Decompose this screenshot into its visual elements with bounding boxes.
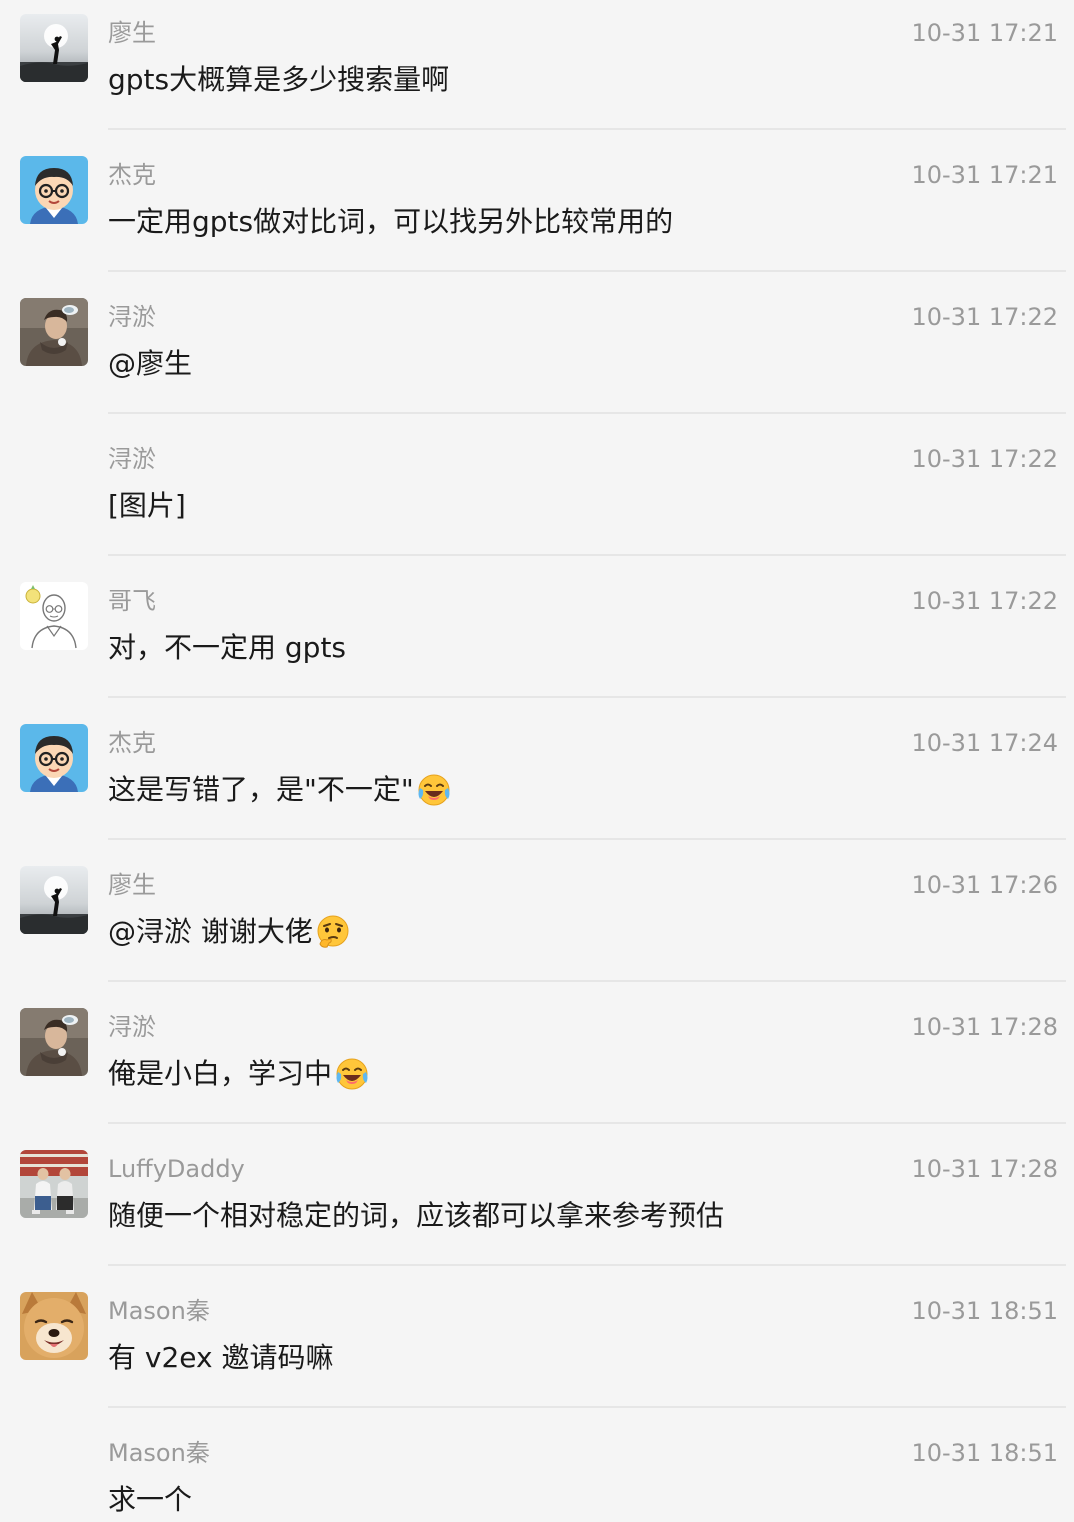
chat-message: LuffyDaddy 10-31 17:28 随便一个相对稳定的词，应该都可以拿… <box>0 1136 1074 1278</box>
message-text-content: [图片] <box>108 489 186 522</box>
message-divider <box>108 554 1066 556</box>
message-divider <box>108 838 1066 840</box>
sender-name[interactable]: 廖生 <box>108 870 156 900</box>
message-text: 有 v2ex 邀请码嘛 <box>108 1338 334 1378</box>
message-text-content: 求一个 <box>108 1483 193 1516</box>
cartoon-glasses-avatar[interactable] <box>20 156 88 224</box>
message-text: @廖生 <box>108 344 192 384</box>
message-text: 求一个 <box>108 1480 192 1520</box>
sender-name[interactable]: Mason秦 <box>108 1438 210 1468</box>
message-divider <box>108 128 1066 130</box>
sketch-bald-avatar[interactable] <box>20 582 88 650</box>
sunset-figure-avatar[interactable] <box>20 866 88 934</box>
sender-name[interactable]: 哥飞 <box>108 586 156 616</box>
sender-name[interactable]: LuffyDaddy <box>108 1154 245 1184</box>
message-text: 俺是小白，学习中 <box>108 1054 370 1094</box>
message-text-content: 随便一个相对稳定的词，应该都可以拿来参考预估 <box>108 1199 725 1232</box>
message-timestamp: 10-31 17:28 <box>911 1155 1058 1183</box>
chat-message: 廖生 10-31 17:26 @浔淤 谢谢大佬 <box>0 852 1074 994</box>
message-timestamp: 10-31 18:51 <box>911 1297 1058 1325</box>
message-text: 对，不一定用 gpts <box>108 628 346 668</box>
message-divider <box>108 270 1066 272</box>
message-text-content: gpts大概算是多少搜索量啊 <box>108 63 450 96</box>
sender-name[interactable]: 浔淤 <box>108 444 156 474</box>
chat-message: 浔淤 10-31 17:22 [图片] <box>0 426 1074 568</box>
chat-message-list[interactable]: 廖生 10-31 17:21 gpts大概算是多少搜索量啊 杰克 10-31 1… <box>0 0 1074 1522</box>
message-timestamp: 10-31 17:26 <box>911 871 1058 899</box>
sender-name[interactable]: 杰克 <box>108 160 156 190</box>
message-text: @浔淤 谢谢大佬 <box>108 912 351 952</box>
message-divider <box>108 980 1066 982</box>
message-timestamp: 10-31 17:22 <box>911 445 1058 473</box>
message-divider <box>108 696 1066 698</box>
chat-message: 浔淤 10-31 17:28 俺是小白，学习中 <box>0 994 1074 1136</box>
sender-name[interactable]: Mason秦 <box>108 1296 210 1326</box>
message-timestamp: 10-31 17:21 <box>911 161 1058 189</box>
message-text-content: 有 v2ex 邀请码嘛 <box>108 1341 334 1374</box>
chat-message: 哥飞 10-31 17:22 对，不一定用 gpts <box>0 568 1074 710</box>
chat-message: 浔淤 10-31 17:22 @廖生 <box>0 284 1074 426</box>
laughing-tears-emoji <box>416 772 452 808</box>
message-timestamp: 10-31 17:22 <box>911 587 1058 615</box>
message-text: 这是写错了，是"不一定" <box>108 770 452 810</box>
message-text-content: 这是写错了，是"不一定" <box>108 773 414 806</box>
laughing-tears-emoji <box>334 1056 370 1092</box>
sender-name[interactable]: 廖生 <box>108 18 156 48</box>
chat-message: Mason秦 10-31 18:51 有 v2ex 邀请码嘛 <box>0 1278 1074 1420</box>
chat-message: Mason秦 10-31 18:51 求一个 <box>0 1420 1074 1522</box>
hoodie-person-avatar[interactable] <box>20 1008 88 1076</box>
message-timestamp: 10-31 17:22 <box>911 303 1058 331</box>
chat-message: 廖生 10-31 17:21 gpts大概算是多少搜索量啊 <box>0 0 1074 142</box>
hoodie-person-avatar[interactable] <box>20 298 88 366</box>
message-text: gpts大概算是多少搜索量啊 <box>108 60 449 100</box>
message-text: [图片] <box>108 486 186 526</box>
shiba-dog-avatar[interactable] <box>20 1292 88 1360</box>
sender-name[interactable]: 浔淤 <box>108 302 156 332</box>
sender-name[interactable]: 杰克 <box>108 728 156 758</box>
message-text-content: 俺是小白，学习中 <box>108 1057 333 1090</box>
thinking-glance-emoji <box>315 914 351 950</box>
message-text: 随便一个相对稳定的词，应该都可以拿来参考预估 <box>108 1196 724 1236</box>
message-text-content: 一定用gpts做对比词，可以找另外比较常用的 <box>108 205 674 238</box>
sender-name[interactable]: 浔淤 <box>108 1012 156 1042</box>
message-text-content: 对，不一定用 gpts <box>108 631 347 664</box>
message-divider <box>108 1406 1066 1408</box>
message-timestamp: 10-31 18:51 <box>911 1439 1058 1467</box>
message-timestamp: 10-31 17:28 <box>911 1013 1058 1041</box>
message-timestamp: 10-31 17:24 <box>911 729 1058 757</box>
message-text-content: @浔淤 谢谢大佬 <box>108 915 313 948</box>
chat-message: 杰克 10-31 17:21 一定用gpts做对比词，可以找另外比较常用的 <box>0 142 1074 284</box>
message-divider <box>108 412 1066 414</box>
chat-message: 杰克 10-31 17:24 这是写错了，是"不一定" <box>0 710 1074 852</box>
message-divider <box>108 1122 1066 1124</box>
cartoon-glasses-avatar[interactable] <box>20 724 88 792</box>
couple-photo-avatar[interactable] <box>20 1150 88 1218</box>
message-divider <box>108 1264 1066 1266</box>
message-text-content: @廖生 <box>108 347 193 380</box>
sunset-figure-avatar[interactable] <box>20 14 88 82</box>
message-timestamp: 10-31 17:21 <box>911 19 1058 47</box>
message-text: 一定用gpts做对比词，可以找另外比较常用的 <box>108 202 673 242</box>
